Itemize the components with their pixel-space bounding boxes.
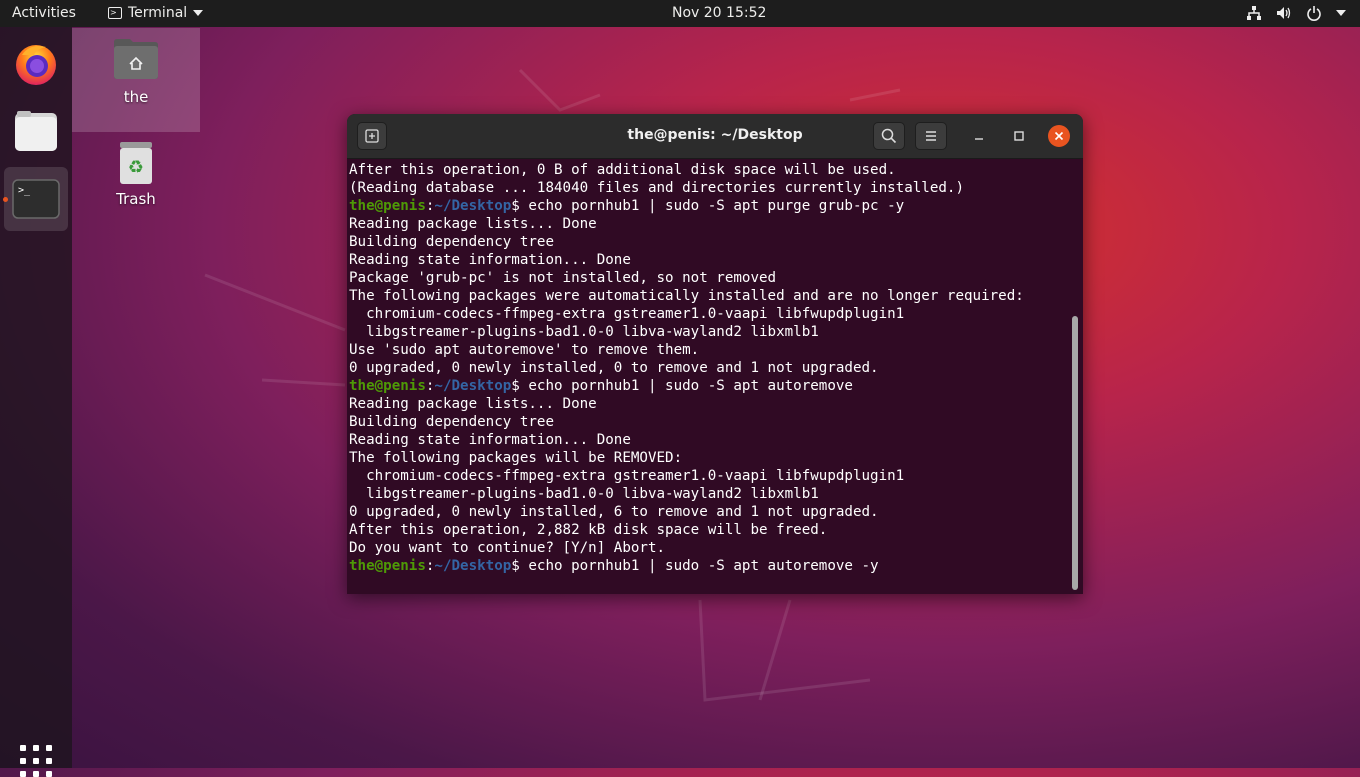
prompt-path: ~/Desktop: [434, 378, 512, 394]
prompt-dollar: $: [511, 378, 529, 394]
terminal-output[interactable]: After this operation, 0 B of additional …: [349, 161, 1071, 591]
firefox-icon: [16, 45, 56, 85]
terminal-output-line: Reading state information... Done: [349, 432, 631, 448]
desktop-home-folder[interactable]: the: [72, 28, 200, 132]
desktop-trash[interactable]: ♻ Trash: [72, 138, 200, 208]
terminal-output-line: (Reading database ... 184040 files and d…: [349, 180, 964, 196]
terminal-command-line: the@penis:~/Desktop$ echo pornhub1 | sud…: [349, 557, 1071, 575]
terminal-scrollbar[interactable]: [1072, 316, 1078, 590]
dock-firefox[interactable]: [4, 31, 68, 95]
search-button[interactable]: [873, 122, 905, 150]
system-tray[interactable]: [1246, 5, 1346, 21]
close-icon: [1054, 131, 1064, 141]
terminal-output-line: Do you want to continue? [Y/n] Abort.: [349, 540, 666, 556]
terminal-command-line: the@penis:~/Desktop$ echo pornhub1 | sud…: [349, 197, 1071, 215]
prompt-dollar: $: [511, 558, 529, 574]
maximize-button[interactable]: [1004, 122, 1034, 150]
command-text: echo pornhub1 | sudo -S apt autoremove -…: [528, 558, 879, 574]
terminal-output-line: After this operation, 0 B of additional …: [349, 162, 896, 178]
clock[interactable]: Nov 20 15:52: [672, 5, 766, 21]
prompt-user: the@penis: [349, 198, 426, 214]
dock-files[interactable]: [4, 99, 68, 163]
terminal-output-line: Use 'sudo apt autoremove' to remove them…: [349, 342, 700, 358]
volume-icon: [1277, 7, 1291, 19]
dock: >_: [0, 27, 72, 777]
hamburger-menu-icon: [926, 131, 936, 141]
app-menu[interactable]: > Terminal: [108, 5, 204, 21]
command-text: echo pornhub1 | sudo -S apt purge grub-p…: [528, 198, 905, 214]
terminal-output-line: 0 upgraded, 0 newly installed, 0 to remo…: [349, 360, 879, 376]
terminal-command-line: the@penis:~/Desktop$ echo pornhub1 | sud…: [349, 377, 1071, 395]
chevron-down-icon: [1336, 10, 1346, 16]
terminal-output-line: Reading state information... Done: [349, 252, 631, 268]
terminal-output-line: chromium-codecs-ffmpeg-extra gstreamer1.…: [349, 306, 905, 322]
svg-text:>_: >_: [18, 185, 31, 196]
terminal-output-line: Reading package lists... Done: [349, 216, 597, 232]
terminal-output-line: 0 upgraded, 0 newly installed, 6 to remo…: [349, 504, 879, 520]
power-icon: [1307, 6, 1321, 21]
terminal-output-line: After this operation, 2,882 kB disk spac…: [349, 522, 828, 538]
prompt-path: ~/Desktop: [434, 558, 512, 574]
app-menu-label: Terminal: [128, 5, 188, 21]
terminal-output-line: Package 'grub-pc' is not installed, so n…: [349, 270, 777, 286]
terminal-output-line: Building dependency tree: [349, 414, 554, 430]
running-indicator: [3, 197, 8, 202]
trash-icon: ♻: [120, 142, 152, 184]
terminal-header-bar[interactable]: the@penis: ~/Desktop: [347, 114, 1083, 159]
home-folder-label: the: [123, 88, 149, 106]
terminal-small-icon: >: [108, 7, 122, 19]
dock-terminal[interactable]: >_: [3, 167, 68, 231]
close-button[interactable]: [1048, 125, 1070, 147]
minimize-button[interactable]: [964, 122, 994, 150]
terminal-output-line: Reading package lists... Done: [349, 396, 597, 412]
trash-label: Trash: [116, 190, 156, 208]
network-icon: [1247, 6, 1261, 20]
chevron-down-icon: [193, 10, 204, 16]
terminal-output-line: libgstreamer-plugins-bad1.0-0 libva-wayl…: [349, 324, 819, 340]
menu-button[interactable]: [915, 122, 947, 150]
minimize-icon: [975, 138, 983, 140]
files-icon: [15, 111, 57, 151]
svg-text:♻: ♻: [128, 157, 144, 178]
show-applications-icon[interactable]: [20, 745, 52, 777]
prompt-path: ~/Desktop: [434, 198, 512, 214]
terminal-output-line: The following packages will be REMOVED:: [349, 450, 683, 466]
search-icon: [881, 128, 897, 144]
command-text: echo pornhub1 | sudo -S apt autoremove: [528, 378, 853, 394]
activities-button[interactable]: Activities: [12, 5, 76, 21]
home-folder-icon: [114, 39, 158, 79]
terminal-output-line: Building dependency tree: [349, 234, 554, 250]
top-bar: Activities > Terminal Nov 20 15:52: [0, 0, 1360, 27]
prompt-dollar: $: [511, 198, 529, 214]
terminal-output-line: The following packages were automaticall…: [349, 288, 1024, 304]
prompt-user: the@penis: [349, 558, 426, 574]
prompt-user: the@penis: [349, 378, 426, 394]
maximize-icon: [1014, 131, 1024, 141]
terminal-output-line: chromium-codecs-ffmpeg-extra gstreamer1.…: [349, 468, 905, 484]
terminal-icon: >_: [12, 179, 60, 219]
terminal-window[interactable]: the@penis: ~/Desktop After this operatio…: [347, 114, 1083, 594]
terminal-output-line: libgstreamer-plugins-bad1.0-0 libva-wayl…: [349, 486, 819, 502]
